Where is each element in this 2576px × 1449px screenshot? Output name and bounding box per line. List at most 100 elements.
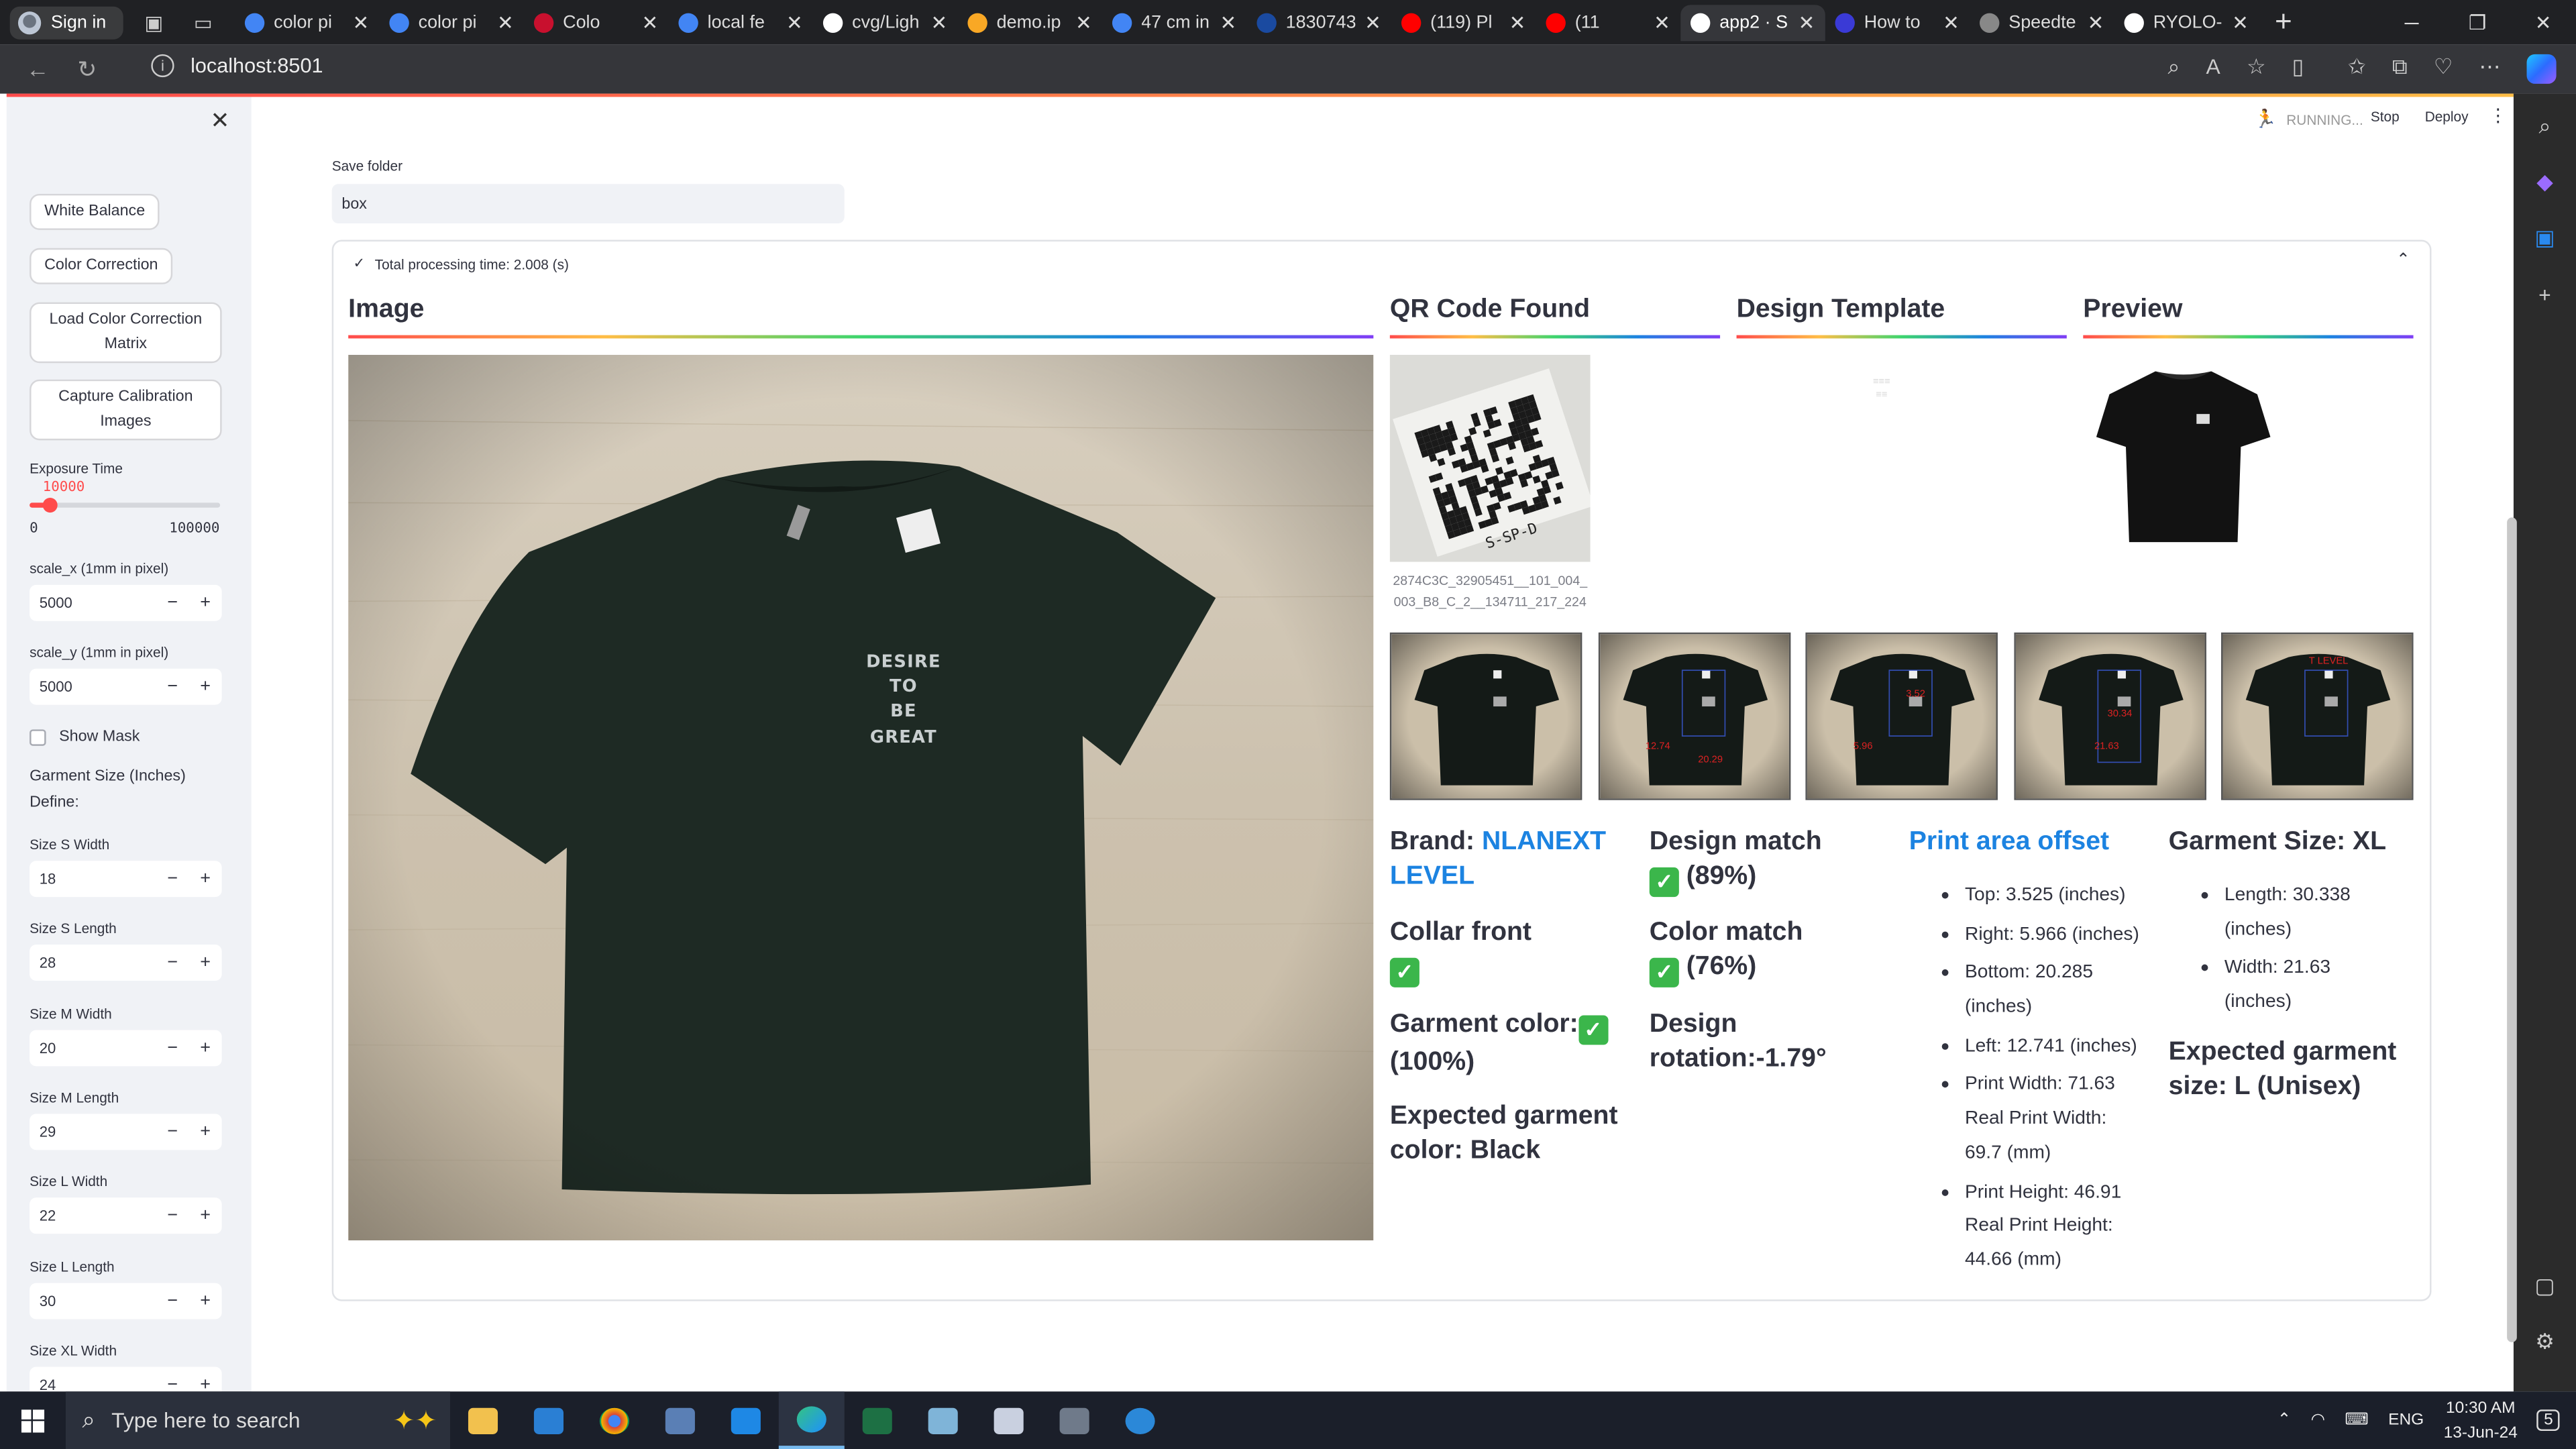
collections-icon[interactable]: ⧉ [2392, 54, 2408, 84]
excel-icon[interactable] [845, 1391, 910, 1449]
scale-y-input[interactable]: 5000 − + [30, 668, 222, 705]
increment-button[interactable]: + [189, 1291, 222, 1310]
size-field-input[interactable]: 20− + [30, 1029, 222, 1066]
browser-essentials-icon[interactable]: ♡ [2434, 54, 2453, 84]
browser-tab[interactable]: color pi ✕ [379, 4, 524, 40]
browser-tab[interactable]: (119) Pl ✕ [1391, 4, 1536, 40]
increment-button[interactable]: + [189, 1375, 222, 1391]
chrome-icon[interactable] [582, 1391, 647, 1449]
copilot-icon[interactable] [2526, 54, 2557, 84]
size-field-value[interactable]: 20 [30, 1039, 156, 1055]
scale-x-decrement[interactable]: − [156, 593, 189, 612]
close-tab-icon[interactable]: ✕ [352, 11, 369, 34]
scale-x-input[interactable]: 5000 − + [30, 584, 222, 621]
outlook-icon[interactable]: ▣ [2528, 222, 2561, 255]
browser-tab[interactable]: Speedte ✕ [1969, 4, 2114, 40]
scale-x-value[interactable]: 5000 [30, 595, 156, 611]
decrement-button[interactable]: − [156, 869, 189, 889]
chevron-up-icon[interactable]: ⌃ [2277, 1411, 2292, 1430]
close-tab-icon[interactable]: ✕ [1075, 11, 1092, 34]
color-correction-button[interactable]: Color Correction [30, 248, 173, 284]
paint-icon[interactable] [976, 1391, 1042, 1449]
store-icon[interactable] [516, 1391, 582, 1449]
show-mask-checkbox[interactable]: Show Mask [30, 728, 140, 746]
white-balance-button[interactable]: White Balance [30, 193, 160, 230]
decrement-button[interactable]: − [156, 1206, 189, 1226]
increment-button[interactable]: + [189, 1038, 222, 1057]
stop-button[interactable]: Stop [2371, 109, 2400, 125]
screenshot-icon[interactable]: ▢ [2528, 1270, 2561, 1303]
close-tab-icon[interactable]: ✕ [2088, 11, 2104, 34]
restore-icon[interactable]: ❐ [2445, 0, 2510, 44]
save-folder-input[interactable]: box [331, 184, 845, 224]
browser-tab[interactable]: demo.ip ✕ [957, 4, 1102, 40]
close-tab-icon[interactable]: ✕ [1943, 11, 1960, 34]
page-scrollbar[interactable] [2507, 517, 2517, 1342]
remote-app-icon[interactable] [1108, 1391, 1173, 1449]
close-tab-icon[interactable]: ✕ [1654, 11, 1670, 34]
close-tab-icon[interactable]: ✕ [1220, 11, 1237, 34]
start-button[interactable] [0, 1409, 66, 1432]
increment-button[interactable]: + [189, 1122, 222, 1141]
browser-tab[interactable]: color pi ✕ [234, 4, 379, 40]
close-sidebar-icon[interactable]: ✕ [210, 107, 229, 135]
copilot-sidebar-icon[interactable]: ◆ [2528, 166, 2561, 199]
printer-app-icon[interactable] [647, 1391, 713, 1449]
close-tab-icon[interactable]: ✕ [1364, 11, 1381, 34]
increment-button[interactable]: + [189, 869, 222, 889]
size-field-input[interactable]: 28− + [30, 945, 222, 981]
browser-tab[interactable]: 1830743 ✕ [1246, 4, 1391, 40]
decrement-button[interactable]: − [156, 1122, 189, 1141]
close-tab-icon[interactable]: ✕ [1509, 11, 1526, 34]
favorite-icon[interactable]: ☆ [2247, 54, 2266, 84]
main-menu-icon[interactable]: ⋮ [2489, 105, 2507, 126]
keyboard-icon[interactable]: ⌨ [2345, 1411, 2368, 1430]
notification-badge[interactable]: 5 [2537, 1409, 2560, 1432]
browser-tab[interactable]: RYOLO- ✕ [2114, 4, 2259, 40]
close-tab-icon[interactable]: ✕ [931, 11, 948, 34]
profile-button[interactable]: Sign in [9, 5, 123, 39]
size-field-value[interactable]: 24 [30, 1377, 156, 1392]
back-icon[interactable]: ← [13, 56, 62, 82]
size-field-value[interactable]: 30 [30, 1292, 156, 1308]
split-screen-icon[interactable]: ▯ [2292, 54, 2322, 84]
close-tab-icon[interactable]: ✕ [2232, 11, 2249, 34]
capture-calibration-images-button[interactable]: Capture Calibration Images [30, 379, 222, 441]
tab-actions-icon[interactable]: ▭ [185, 4, 221, 40]
search-icon[interactable]: ⌕ [2528, 110, 2561, 143]
favorites-icon[interactable]: ✩ [2348, 54, 2366, 84]
increment-button[interactable]: + [189, 953, 222, 973]
decrement-button[interactable]: − [156, 1038, 189, 1057]
more-icon[interactable]: ⋯ [2479, 54, 2501, 84]
size-field-value[interactable]: 18 [30, 871, 156, 887]
size-field-input[interactable]: 29− + [30, 1114, 222, 1150]
wifi-icon[interactable]: ◠ [2311, 1411, 2325, 1430]
exposure-slider-thumb[interactable] [42, 498, 57, 513]
notes-icon[interactable] [910, 1391, 976, 1449]
scale-y-decrement[interactable]: − [156, 677, 189, 696]
browser-tab[interactable]: app2 · S ✕ [1680, 4, 1825, 41]
checkbox-box[interactable] [30, 729, 46, 745]
read-aloud-icon[interactable]: A [2206, 54, 2220, 84]
expander-header[interactable]: ✓ Total processing time: 2.008 (s) [354, 255, 569, 273]
scale-x-increment[interactable]: + [189, 593, 222, 612]
browser-tab[interactable]: How to ✕ [1825, 4, 1970, 40]
url-field[interactable]: i localhost:8501 [151, 54, 323, 78]
edge-icon[interactable] [778, 1391, 845, 1449]
settings-icon[interactable]: ⚙ [2528, 1326, 2561, 1358]
calculator-icon[interactable] [1042, 1391, 1108, 1449]
browser-tab[interactable]: Colo ✕ [523, 4, 668, 40]
language-indicator[interactable]: ENG [2388, 1411, 2424, 1430]
close-window-icon[interactable]: ✕ [2510, 0, 2576, 44]
close-tab-icon[interactable]: ✕ [786, 11, 803, 34]
size-field-input[interactable]: 18− + [30, 861, 222, 898]
scale-y-value[interactable]: 5000 [30, 678, 156, 694]
decrement-button[interactable]: − [156, 1291, 189, 1310]
taskbar-search[interactable]: ⌕ Type here to search ✦✦ [65, 1391, 451, 1449]
workspaces-icon[interactable]: ▣ [136, 4, 172, 40]
size-field-input[interactable]: 24− + [30, 1366, 222, 1392]
size-field-input[interactable]: 30− + [30, 1282, 222, 1319]
browser-tab[interactable]: local fe ✕ [668, 4, 813, 40]
decrement-button[interactable]: − [156, 1375, 189, 1391]
close-tab-icon[interactable]: ✕ [642, 11, 659, 34]
